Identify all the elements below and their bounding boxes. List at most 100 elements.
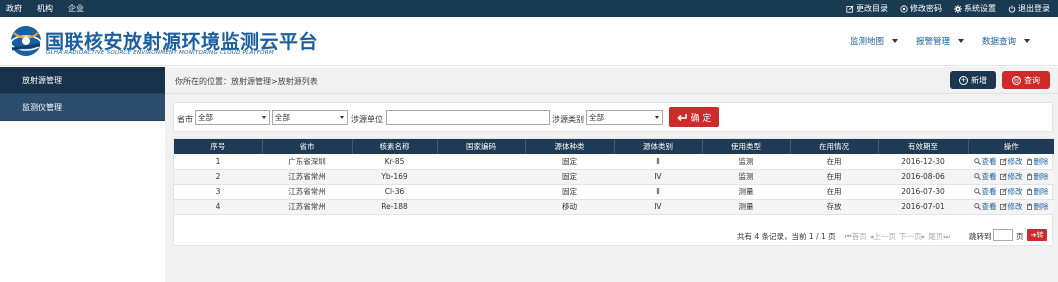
jump-page-input[interactable] [993,229,1013,241]
prev-page-link[interactable]: ◂上一页 [870,231,896,242]
cell-usage-status: 在用 [790,184,878,200]
prev-page-label: 上一页 [873,232,897,241]
category-select[interactable]: 全部 [586,110,663,125]
cell-source-category: Ⅳ [614,169,702,185]
sidebar-item-monitor-device[interactable]: 监测仪管理 [0,94,165,121]
edit-link[interactable]: 修改 [999,156,1023,167]
delete-link[interactable]: 删除 [1026,156,1049,167]
edit-icon [999,188,1007,195]
change-password-link[interactable]: 修改密码 [900,3,942,14]
top-link-government[interactable]: 政府 [6,3,22,14]
cell-national-code [437,199,525,215]
search-button-label: 查询 [1024,75,1040,85]
logout-label: 退出登录 [1018,4,1050,13]
trash-icon [1026,158,1032,165]
trash-icon [1026,188,1032,195]
view-label: 查看 [981,187,997,196]
edit-icon [846,4,854,13]
delete-link[interactable]: 删除 [1026,201,1049,212]
cell-source-category: Ⅱ [614,154,702,170]
province-select[interactable]: 全部 [195,110,270,125]
cell-province: 江苏省常州 [262,184,352,200]
edit-label: 修改 [1007,156,1023,166]
sidebar-item-label: 监测仪管理 [22,102,62,112]
system-settings-link[interactable]: 系统设置 [954,3,996,14]
confirm-button[interactable]: 确 定 [669,107,719,127]
main-nav: 监测地图 报警管理 数据查询 [850,35,1030,47]
go-button[interactable]: ➜ 转 [1027,229,1047,241]
cell-index: 4 [174,199,262,215]
view-link[interactable]: 查看 [973,156,997,167]
edit-link[interactable]: 修改 [999,186,1023,197]
cell-province: 江苏省常州 [262,169,352,185]
view-link[interactable]: 查看 [973,186,997,197]
cell-source-category: Ⅳ [614,199,702,215]
cell-nuclide: Re-188 [352,199,437,215]
top-bar-right: 更改目录 修改密码 系统设置 退出登录 [846,3,1058,14]
table-row: 2 江苏省常州 Yb-169 固定 Ⅳ 监测 在用 2016-08-06 查看 … [174,169,1054,185]
nav-data-query-label: 数据查询 [981,37,1016,47]
edit-label: 修改 [1007,202,1023,211]
sidebar-item-label: 放射源管理 [22,75,62,85]
cell-nuclide: Cl-36 [352,184,437,200]
table-row: 4 江苏省常州 Re-188 移动 Ⅳ 测量 存放 2016-07-01 查看 … [174,199,1054,215]
delete-link[interactable]: 删除 [1026,171,1049,182]
chevron-down-icon [1024,39,1030,43]
cell-nuclide: Kr-85 [352,154,437,170]
edit-link[interactable]: 修改 [999,171,1023,182]
delete-link[interactable]: 删除 [1026,186,1049,197]
cell-expiry: 2016-07-01 [878,199,968,215]
cell-national-code [437,169,525,185]
edit-label: 修改 [1007,172,1023,181]
cell-expiry: 2016-12-30 [878,154,968,170]
top-link-enterprise[interactable]: 企业 [68,3,84,14]
unit-input[interactable] [386,110,550,125]
cell-source-category: Ⅱ [614,184,702,200]
cell-nuclide: Yb-169 [352,169,437,185]
view-link[interactable]: 查看 [973,201,997,212]
cell-index: 3 [174,184,262,200]
delete-label: 删除 [1033,187,1049,196]
cell-index: 2 [174,169,262,185]
nav-monitoring-map[interactable]: 监测地图 [850,35,898,47]
top-link-institution[interactable]: 机构 [37,3,53,14]
nav-alarm-management[interactable]: 报警管理 [916,35,964,47]
col-actions: 操作 [968,139,1054,154]
page-unit-label: 页 [1016,232,1024,241]
table-header-row: 序号 省市 核素名称 国家编码 源体种类 源体类别 使用类型 在用情况 有效期至… [174,139,1054,154]
logout-link[interactable]: 退出登录 [1008,3,1050,14]
col-national-code: 国家编码 [437,139,526,154]
sidebar-item-radioactive-source[interactable]: 放射源管理 [0,67,165,94]
next-page-link[interactable]: 下一页▸ [899,231,925,242]
cell-national-code [437,184,525,200]
record-summary: 共有 4 条记录，当前 1 / 1 页 [737,232,836,241]
table-row: 1 广东省深圳 Kr-85 固定 Ⅱ 监测 在用 2016-12-30 查看 修… [174,154,1054,170]
cell-usage-type: 测量 [702,199,790,215]
search-button[interactable]: ◎ 查询 [1002,71,1050,89]
edit-link[interactable]: 修改 [999,201,1023,212]
cell-source-kind: 固定 [525,184,614,200]
first-page-link[interactable]: ⏮首页 [845,231,867,242]
jump-label: 跳转到 [969,232,992,241]
province-select-value: 全部 [198,113,213,122]
add-button[interactable]: + 新增 [950,71,996,89]
platform-logo-icon [10,26,42,56]
city-select[interactable]: 全部 [272,110,348,125]
magnifier-icon [973,203,981,210]
nav-data-query[interactable]: 数据查询 [982,35,1030,47]
col-source-category: 源体类别 [614,139,703,154]
top-bar: 政府 机构 企业 更改目录 修改密码 系统设置 退出登录 [0,0,1058,17]
confirm-button-label: 确 定 [690,113,712,124]
return-arrow-icon [676,113,687,121]
sidebar: 放射源管理 监测仪管理 [0,67,165,282]
view-link[interactable]: 查看 [973,171,997,182]
col-usage-status: 在用情况 [790,139,879,154]
cell-usage-type: 监测 [702,154,790,170]
col-expiry: 有效期至 [878,139,969,154]
brand-subtitle: GLHA RADIOACTIVE SOURCE ENVIRONMENT MONI… [46,50,274,56]
cell-expiry: 2016-08-06 [878,169,968,185]
chevron-down-icon [891,39,898,43]
change-directory-link[interactable]: 更改目录 [846,3,888,14]
last-page-link[interactable]: 尾页⏭ [928,231,950,242]
cell-source-kind: 移动 [525,199,614,215]
